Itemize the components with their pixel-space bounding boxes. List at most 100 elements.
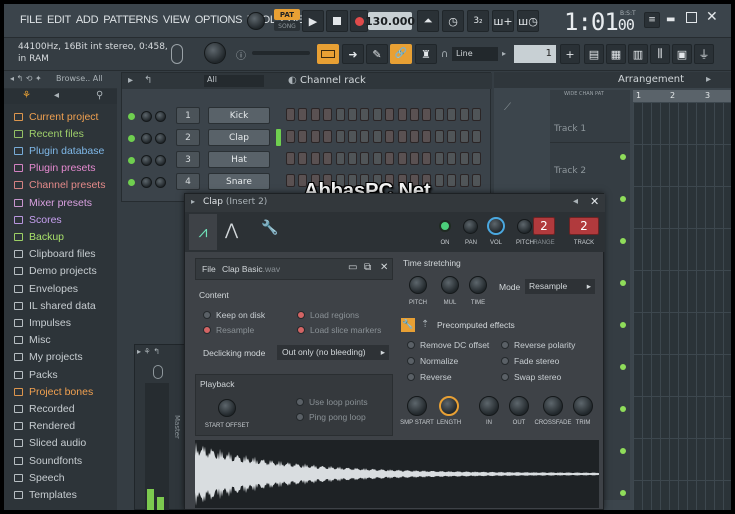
step-button[interactable] (310, 108, 320, 121)
step-button[interactable] (298, 108, 308, 121)
track-mute-led[interactable] (620, 490, 626, 496)
step-button[interactable] (472, 152, 481, 165)
browse-icon[interactable]: ⧉ (364, 262, 371, 273)
step-button[interactable] (447, 130, 457, 143)
channel-led[interactable] (128, 157, 135, 164)
declicking-select[interactable]: Out only (no bleeding) ▸ (277, 345, 389, 360)
menu-file[interactable]: FILE (20, 14, 42, 26)
browser-item[interactable]: Plugin presets (14, 160, 96, 177)
channel-mixer-track[interactable]: 1 (176, 107, 200, 124)
browser-item[interactable]: Speech (14, 469, 65, 486)
track-1-label[interactable]: Track 1 (554, 124, 586, 134)
browser-item[interactable]: Plugin database (14, 142, 104, 159)
mixer-view-button[interactable]: ⫼ (650, 44, 670, 64)
channel-vol-knob[interactable] (155, 133, 166, 144)
channel-pan-knob[interactable] (141, 177, 152, 188)
browser-item[interactable]: Impulses (14, 314, 71, 331)
step-button[interactable] (310, 130, 320, 143)
step-button[interactable] (286, 174, 295, 187)
step-button[interactable] (472, 174, 481, 187)
fx-knob-in[interactable] (479, 396, 499, 416)
channel-pan-knob[interactable] (141, 155, 152, 166)
browser-item[interactable]: Channel presets (14, 177, 105, 194)
channel-name-button[interactable]: Snare (208, 173, 270, 190)
rack-swing-knob[interactable]: ◐ (288, 75, 297, 86)
channel-name-button[interactable]: Hat (208, 151, 270, 168)
fx-knob-crossfade[interactable] (543, 396, 563, 416)
step-button[interactable] (459, 130, 469, 143)
play-button[interactable]: ▶ (302, 10, 324, 32)
fx-knob-length[interactable] (439, 396, 459, 416)
reverse-polarity-radio[interactable]: Reverse polarity (501, 340, 575, 350)
tab-sampler[interactable]: ⩘ (189, 214, 217, 250)
loop-record-button[interactable]: ш◷ (517, 10, 539, 32)
fx-knob-trim[interactable] (573, 396, 593, 416)
browser-item[interactable]: Backup (14, 228, 64, 245)
channel-mixer-track[interactable]: 4 (176, 173, 200, 190)
precomputed-wrench-icon[interactable]: 🔧 (401, 318, 415, 332)
step-button[interactable] (286, 130, 295, 143)
precomputed-arrow-icon[interactable]: ⇡ (421, 319, 429, 330)
channel-filter[interactable]: All (204, 75, 264, 87)
channel-pan-knob[interactable] (141, 133, 152, 144)
step-button[interactable] (286, 152, 295, 165)
step-button[interactable] (459, 174, 469, 187)
playlist-tool-icon[interactable]: ⟋ (504, 102, 511, 113)
stop-button[interactable] (326, 10, 348, 32)
playlist-grid[interactable] (633, 102, 731, 510)
step-button[interactable] (323, 130, 333, 143)
stamp-button[interactable]: ♜ (415, 44, 437, 64)
ts-pitch-knob[interactable] (409, 276, 427, 294)
fade-stereo-radio[interactable]: Fade stereo (501, 356, 559, 366)
track-2-label[interactable]: Track 2 (554, 166, 586, 176)
step-button[interactable] (360, 130, 370, 143)
menu-view[interactable]: VIEW (163, 14, 190, 26)
step-button[interactable] (335, 108, 345, 121)
clear-file-icon[interactable]: ✕ (380, 262, 388, 273)
step-button[interactable] (348, 108, 357, 121)
playlist-button[interactable]: ▤ (584, 44, 604, 64)
channel-name-button[interactable]: Kick (208, 107, 270, 124)
master-volume-knob[interactable] (247, 12, 265, 30)
step-button[interactable] (434, 152, 444, 165)
sort-icon[interactable]: ⚲ (96, 90, 103, 101)
step-button[interactable] (397, 130, 407, 143)
use-loop-points-radio[interactable]: Use loop points (296, 397, 368, 407)
minimize-button[interactable]: ▬ (666, 14, 675, 25)
track-mute-led[interactable] (620, 406, 626, 412)
track-mute-led[interactable] (620, 364, 626, 370)
load-slice-markers-radio[interactable]: Load slice markers (297, 325, 381, 335)
mixer-knob[interactable] (153, 365, 163, 379)
reverse-radio[interactable]: Reverse (407, 372, 452, 382)
step-button[interactable] (422, 130, 432, 143)
step-button[interactable] (360, 152, 370, 165)
step-button[interactable] (410, 108, 419, 121)
step-button[interactable] (472, 130, 481, 143)
step-button[interactable] (335, 130, 345, 143)
vol-knob[interactable] (487, 217, 505, 235)
metronome-button[interactable]: ⏶ (417, 10, 439, 32)
channel-mixer-track[interactable]: 2 (176, 129, 200, 146)
step-button[interactable] (323, 108, 333, 121)
close-button[interactable]: ✕ (706, 9, 718, 25)
menu-edit[interactable]: EDIT (47, 14, 71, 26)
step-button[interactable] (459, 108, 469, 121)
range-value[interactable]: 2 (533, 217, 555, 235)
step-button[interactable] (372, 108, 382, 121)
track-mute-led[interactable] (620, 322, 626, 328)
step-button[interactable] (472, 108, 481, 121)
load-regions-radio[interactable]: Load regions (297, 310, 359, 320)
countdown-button[interactable]: 3₂ (467, 10, 489, 32)
swap-stereo-radio[interactable]: Swap stereo (501, 372, 561, 382)
wait-input-button[interactable]: ◷ (442, 10, 464, 32)
step-button[interactable] (447, 108, 457, 121)
channel-name-button[interactable]: Clap (208, 129, 270, 146)
add-pattern-button[interactable]: + (560, 44, 580, 64)
browser-item[interactable]: Scores (14, 211, 62, 228)
channel-vol-knob[interactable] (155, 155, 166, 166)
channel-vol-knob[interactable] (155, 111, 166, 122)
collapse-icon[interactable]: ◂ (54, 90, 59, 101)
browser-item[interactable]: Project bones (14, 383, 93, 400)
step-button[interactable] (323, 152, 333, 165)
plugin-close-icon[interactable]: ✕ (590, 195, 599, 208)
